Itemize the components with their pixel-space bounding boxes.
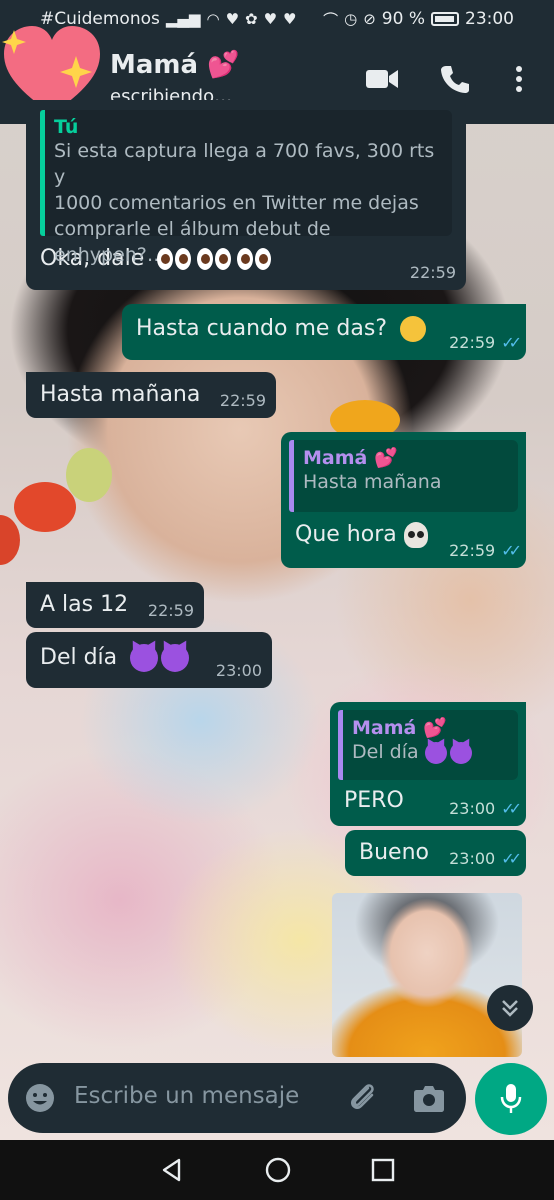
alarm-icon: ◷ (344, 10, 358, 28)
mute-icon: ⊘ (363, 10, 376, 28)
quote-author: Mamá 💕 (303, 447, 398, 469)
message-time: 23:00 (449, 849, 496, 868)
attach-icon[interactable] (346, 1080, 380, 1114)
message-time: 22:59 (449, 333, 496, 352)
message-text: PERO (344, 788, 404, 813)
message-text: Del día (40, 645, 118, 670)
notification-icon: ✿ (245, 10, 258, 28)
heart-icon: ♥ (283, 10, 297, 28)
wallpaper-strawberry (0, 515, 20, 565)
contact-name[interactable]: Mamá 💕 (110, 50, 239, 80)
battery-percent: 90 % (381, 9, 425, 29)
wifi-icon: ◠ (206, 10, 220, 28)
message-text: Bueno (359, 840, 429, 865)
image-message[interactable] (332, 893, 522, 1057)
smiling-face-emoji (400, 316, 427, 342)
message-bubble-incoming[interactable]: Del día 23:00 (26, 632, 272, 688)
read-receipt-icon: ✓✓ (501, 799, 522, 818)
heart-icon: ♥ (225, 10, 240, 28)
double-chevron-down-icon (502, 1000, 518, 1017)
message-bubble-outgoing[interactable]: Bueno 23:00 ✓✓ (345, 830, 526, 876)
more-options-icon[interactable] (514, 64, 524, 94)
camera-icon[interactable] (413, 1083, 445, 1113)
message-time: 22:59 (449, 541, 496, 560)
headphones-icon: ⌒ (323, 10, 339, 29)
message-text: Hasta mañana (40, 382, 201, 407)
message-time: 23:00 (215, 661, 262, 680)
smiling-devil-emoji (130, 644, 192, 672)
message-bubble-incoming[interactable]: Hasta mañana 22:59 (26, 372, 276, 418)
wallpaper-grape (66, 448, 112, 502)
quote-author: Mamá 💕 (352, 717, 447, 739)
smiling-devil-emoji (424, 741, 447, 764)
message-text: Que hora (295, 522, 397, 547)
back-icon[interactable] (159, 1157, 185, 1183)
heart-icon: ♥ (263, 10, 278, 28)
read-receipt-icon: ✓✓ (501, 849, 522, 868)
clock: 23:00 (465, 9, 514, 29)
message-time: 22:59 (219, 391, 266, 410)
message-text: Hasta cuando me das? (136, 316, 388, 341)
quote-text: Hasta mañana (303, 471, 442, 493)
smiling-devil-emoji (449, 741, 472, 764)
battery-icon (431, 12, 459, 26)
signal-icon: ▂▄▆ (165, 10, 201, 28)
quote-author: Tú (54, 116, 79, 138)
quote-text: Del día (352, 741, 419, 763)
system-navigation-bar (0, 1140, 554, 1200)
message-composer (8, 1063, 466, 1133)
emoji-icon[interactable] (24, 1082, 56, 1114)
wallpaper-strawberry (14, 482, 76, 532)
voice-call-icon[interactable] (440, 64, 470, 94)
quote-text-line: 1000 comentarios en Twitter me dejas (54, 192, 419, 214)
message-bubble-outgoing[interactable]: Hasta cuando me das? 22:59 ✓✓ (122, 304, 526, 360)
skull-emoji (403, 522, 428, 548)
message-time: 22:59 (409, 263, 456, 282)
microphone-icon (500, 1084, 522, 1113)
scroll-to-bottom-button[interactable] (487, 985, 533, 1031)
home-icon[interactable] (264, 1156, 292, 1184)
voice-message-button[interactable] (475, 1063, 547, 1135)
message-bubble-outgoing[interactable]: Mamá 💕 Hasta mañana Que hora 22:59 ✓✓ (281, 432, 526, 568)
message-text: A las 12 (40, 592, 129, 617)
message-bubble-outgoing[interactable]: Mamá 💕 Del día PERO 23:00 ✓✓ (330, 702, 526, 826)
quote-text-line: Si esta captura llega a 700 favs, 300 rt… (54, 140, 435, 188)
recent-apps-icon[interactable] (371, 1158, 395, 1182)
message-time: 23:00 (449, 799, 496, 818)
message-bubble-incoming[interactable]: Tú Si esta captura llega a 700 favs, 300… (26, 100, 466, 290)
message-bubble-incoming[interactable]: A las 12 22:59 (26, 582, 204, 628)
message-time: 22:59 (147, 601, 194, 620)
quoted-message[interactable]: Mamá 💕 Del día (338, 710, 518, 780)
quoted-message[interactable]: Mamá 💕 Hasta mañana (289, 440, 518, 512)
message-input[interactable] (74, 1083, 334, 1109)
quoted-message[interactable]: Tú Si esta captura llega a 700 favs, 300… (40, 110, 452, 266)
read-receipt-icon: ✓✓ (501, 333, 522, 352)
read-receipt-icon: ✓✓ (501, 541, 522, 560)
video-call-icon[interactable] (365, 64, 399, 94)
quote-body: Del día (352, 739, 508, 765)
